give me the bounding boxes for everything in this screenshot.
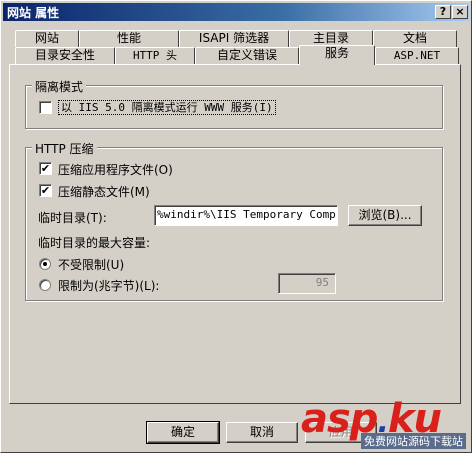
temp-directory-input[interactable]: %windir%\IIS Temporary Compres [154,205,338,226]
tab-directory-security[interactable]: 目录安全性 [15,47,115,64]
ok-button[interactable]: 确定 [146,421,220,444]
window-title: 网站 属性 [7,5,60,20]
compress-app-files-label[interactable]: 压缩应用程序文件(O) [58,161,173,178]
help-button[interactable]: ? [435,5,451,19]
properties-window: 网站 属性 ? × 网站 性能 ISAPI 筛选器 主目录 文档 目录安全性 H… [0,0,472,453]
limit-size-input[interactable]: 95 [278,273,336,294]
temp-directory-label: 临时目录(T): [38,211,107,225]
max-size-label: 临时目录的最大容量: [38,236,151,250]
limit-to-label[interactable]: 限制为(兆字节)(L): [58,277,159,294]
compress-app-files-checkbox[interactable]: ✔ [39,162,52,175]
tab-isapi-filters[interactable]: ISAPI 筛选器 [179,30,289,47]
limit-to-radio[interactable] [39,279,51,291]
cancel-button[interactable]: 取消 [226,422,298,443]
http-compression-group: HTTP 压缩 ✔ 压缩应用程序文件(O) ✔ 压缩静态文件(M) 临时目录(T… [25,140,443,301]
tab-aspnet[interactable]: ASP.NET [375,47,459,64]
isolation-mode-group-label: 隔离模式 [32,78,87,95]
compress-static-files-checkbox[interactable]: ✔ [39,184,52,197]
tab-service[interactable]: 服务 [299,45,375,65]
run-iis5-isolation-label[interactable]: 以 IIS 5.0 隔离模式运行 WWW 服务(I) [58,99,276,115]
unlimited-radio[interactable] [39,258,51,270]
tab-website[interactable]: 网站 [15,30,79,47]
close-button[interactable]: × [452,5,468,19]
unlimited-label[interactable]: 不受限制(U) [58,256,124,273]
tab-performance[interactable]: 性能 [79,30,179,47]
tab-documents[interactable]: 文档 [373,30,457,47]
http-compression-group-label: HTTP 压缩 [32,140,97,157]
run-iis5-isolation-checkbox[interactable] [39,101,52,114]
tab-http-headers[interactable]: HTTP 头 [115,47,195,64]
service-tab-panel: 隔离模式 以 IIS 5.0 隔离模式运行 WWW 服务(I) HTTP 压缩 … [9,64,461,404]
tab-custom-errors[interactable]: 自定义错误 [195,47,299,64]
title-bar[interactable]: 网站 属性 ? × [3,3,469,21]
browse-button[interactable]: 浏览(B)... [348,205,422,226]
isolation-mode-group: 隔离模式 以 IIS 5.0 隔离模式运行 WWW 服务(I) [25,78,443,129]
watermark-tagline: 免费网站源码下载站 [361,433,466,449]
compress-static-files-label[interactable]: 压缩静态文件(M) [58,183,150,200]
